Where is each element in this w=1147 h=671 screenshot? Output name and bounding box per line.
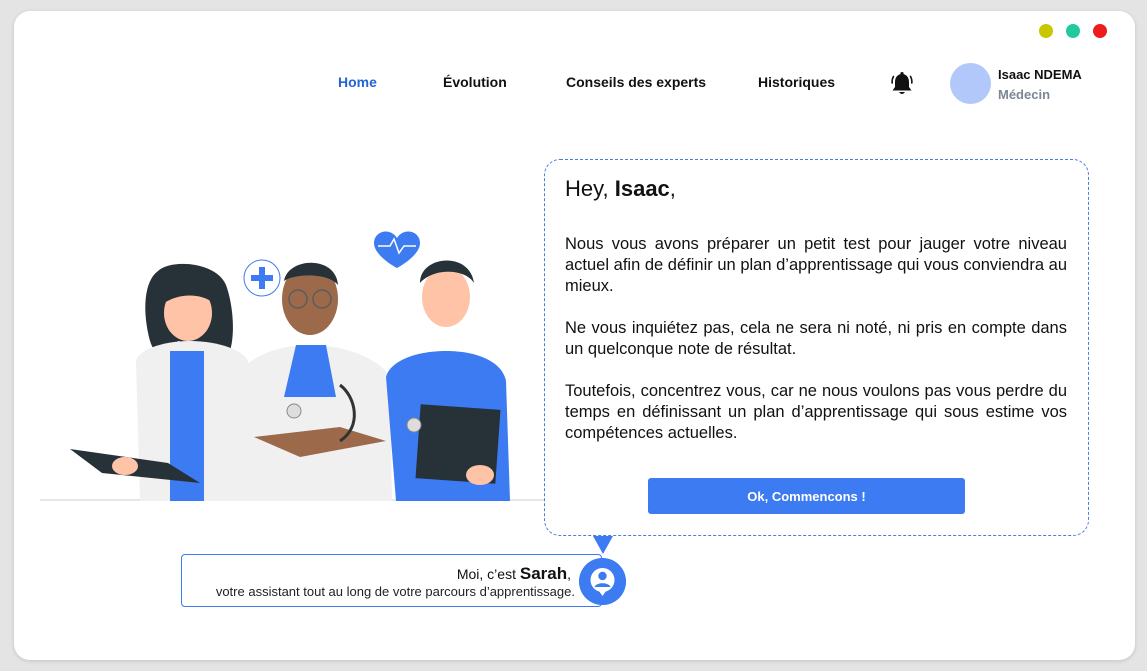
window-close-button[interactable] [1093, 24, 1107, 38]
assistant-intro-box: Moi, c’est Sarah, votre assistant tout a… [181, 554, 602, 607]
window-controls [1039, 24, 1107, 38]
assistant-name: Sarah [519, 564, 568, 583]
male-doctor-figure [236, 262, 392, 501]
medical-team-illustration [40, 231, 560, 501]
heart-icon [374, 231, 420, 268]
user-name: Isaac NDEMA [998, 67, 1082, 82]
user-role: Médecin [998, 87, 1051, 102]
greeting-name: Isaac [614, 176, 670, 201]
nav-conseils-experts[interactable]: Conseils des experts [566, 74, 706, 90]
app-window: Home Évolution Conseils des experts Hist… [14, 11, 1135, 660]
welcome-message-card: Hey, Isaac, Nous vous avons préparer un … [544, 159, 1089, 536]
welcome-paragraph-3: Toutefois, concentrez vous, car ne nous … [565, 382, 1067, 442]
bubble-pointer [593, 536, 613, 554]
welcome-paragraph-1: Nous vous avons préparer un petit test p… [565, 235, 1067, 295]
nav-home[interactable]: Home [338, 74, 377, 90]
start-test-button[interactable]: Ok, Commencons ! [648, 478, 965, 514]
user-avatar[interactable] [950, 63, 991, 104]
greeting: Hey, Isaac, [565, 176, 676, 201]
window-maximize-button[interactable] [1066, 24, 1080, 38]
welcome-paragraph-2: Ne vous inquiétez pas, cela ne sera ni n… [565, 319, 1067, 358]
assistant-tagline: votre assistant tout au long de votre pa… [215, 584, 575, 599]
nav-historiques[interactable]: Historiques [758, 74, 835, 90]
nav-evolution[interactable]: Évolution [443, 74, 507, 90]
plus-icon [243, 259, 281, 297]
notification-bell-icon[interactable] [890, 71, 914, 97]
assistant-intro: Moi, c’est Sarah, [456, 564, 571, 583]
window-minimize-button[interactable] [1039, 24, 1053, 38]
assistant-avatar-icon[interactable] [579, 558, 626, 605]
woman-doctor-figure [70, 263, 250, 501]
nurse-figure [386, 260, 510, 501]
